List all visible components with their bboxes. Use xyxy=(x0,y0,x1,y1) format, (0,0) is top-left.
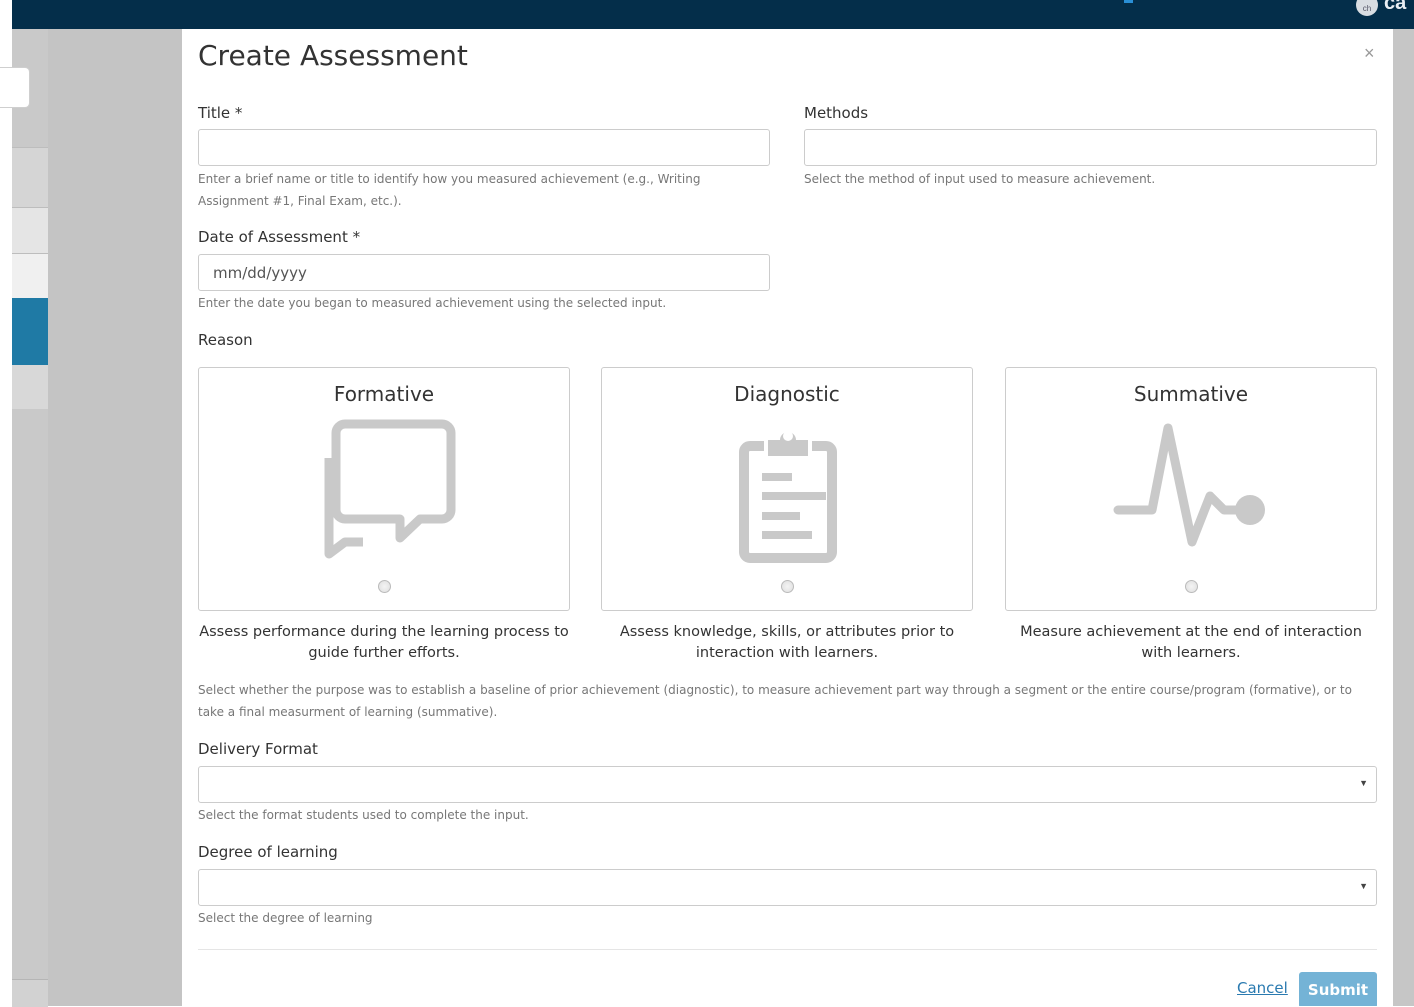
footer-divider xyxy=(198,949,1377,950)
sidebar-item-active xyxy=(12,298,48,365)
background-page-overlay xyxy=(48,29,182,1006)
reason-card-formative[interactable]: Formative xyxy=(198,367,570,611)
sidebar-item xyxy=(12,365,48,409)
delivery-format-select[interactable]: ▼ xyxy=(198,766,1377,803)
date-help: Enter the date you began to measured ach… xyxy=(198,296,667,310)
clipboard-icon xyxy=(739,431,837,563)
background-search-box xyxy=(0,67,30,108)
submit-button[interactable]: Submit xyxy=(1299,972,1377,1006)
pulse-icon xyxy=(1113,423,1265,547)
methods-label: Methods xyxy=(804,104,869,122)
user-name-fragment[interactable]: ca xyxy=(1384,0,1406,15)
background-right-overlay xyxy=(1393,29,1414,1006)
reason-card-title: Summative xyxy=(1133,382,1249,406)
date-input[interactable] xyxy=(198,254,770,291)
degree-of-learning-select[interactable]: ▼ xyxy=(198,869,1377,906)
reason-card-summative[interactable]: Summative xyxy=(1005,367,1377,611)
user-avatar[interactable]: ch xyxy=(1356,0,1378,16)
topbar-left-edge xyxy=(0,0,12,29)
cancel-link[interactable]: Cancel xyxy=(1237,979,1288,997)
diagnostic-description: Assess knowledge, skills, or attributes … xyxy=(619,624,955,661)
title-label: Title * xyxy=(198,104,243,122)
sidebar-item xyxy=(12,147,48,208)
degree-of-learning-help: Select the degree of learning xyxy=(198,911,373,925)
sidebar-item xyxy=(12,207,48,254)
methods-input[interactable] xyxy=(804,129,1377,166)
formative-description: Assess performance during the learning p… xyxy=(199,624,569,661)
title-help: Enter a brief name or title to identify … xyxy=(198,172,701,208)
reason-card-title: Formative xyxy=(333,382,435,406)
background-sidebar xyxy=(12,29,48,1007)
reason-help: Select whether the purpose was to establ… xyxy=(198,683,1352,719)
chat-bubbles-icon xyxy=(324,419,456,559)
formative-radio[interactable] xyxy=(378,580,391,593)
reason-card-diagnostic[interactable]: Diagnostic xyxy=(601,367,973,611)
sidebar-item xyxy=(12,253,48,299)
degree-of-learning-label: Degree of learning xyxy=(198,843,338,861)
create-assessment-modal: Create Assessment × Title * Enter a brie… xyxy=(182,29,1393,1006)
date-label: Date of Assessment * xyxy=(198,228,361,246)
reason-card-title: Diagnostic xyxy=(734,382,840,406)
diagnostic-radio[interactable] xyxy=(781,580,794,593)
topbar-accent xyxy=(1124,0,1133,3)
reason-label: Reason xyxy=(198,331,253,349)
close-icon[interactable]: × xyxy=(1364,43,1375,64)
sidebar-footer xyxy=(12,979,48,1007)
chevron-down-icon: ▼ xyxy=(1359,778,1368,788)
summative-description: Measure achievement at the end of intera… xyxy=(1020,624,1362,661)
modal-title: Create Assessment xyxy=(198,39,468,72)
delivery-format-help: Select the format students used to compl… xyxy=(198,808,529,822)
methods-help: Select the method of input used to measu… xyxy=(804,172,1156,186)
title-input[interactable] xyxy=(198,129,770,166)
background-left-strip xyxy=(0,29,12,1006)
delivery-format-label: Delivery Format xyxy=(198,740,318,758)
top-navbar: ch ca xyxy=(0,0,1414,29)
summative-radio[interactable] xyxy=(1185,580,1198,593)
chevron-down-icon: ▼ xyxy=(1359,881,1368,891)
